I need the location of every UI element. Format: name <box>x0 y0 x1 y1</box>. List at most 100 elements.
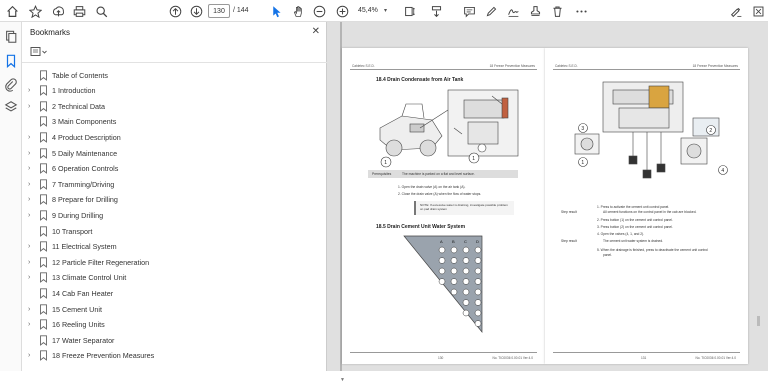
section-title-2: 18.5 Drain Cement Unit Water System <box>376 224 466 230</box>
chevron-right-icon[interactable]: › <box>28 165 36 172</box>
valve-dot <box>474 257 482 264</box>
bookmark-label: Table of Contents <box>52 70 108 80</box>
scroll-icon[interactable] <box>428 3 444 19</box>
bookmark-icon <box>39 194 48 206</box>
search-icon[interactable] <box>93 3 109 19</box>
layers-icon[interactable] <box>4 100 18 114</box>
page-number: 131 <box>641 356 647 360</box>
bookmark-item[interactable]: › 18 Freeze Prevention Measures <box>22 349 318 363</box>
chevron-down-icon[interactable]: ▾ <box>384 7 387 14</box>
viewer-scrollbar[interactable] <box>757 316 760 326</box>
chevron-right-icon[interactable]: › <box>28 306 36 313</box>
upload-icon[interactable] <box>50 3 66 19</box>
bookmark-panel-icon[interactable] <box>4 54 18 69</box>
bookmark-item[interactable]: › 1 Introduction <box>22 84 318 98</box>
page-header-right: 18 Freeze Prevention Measures <box>692 64 738 68</box>
page-total-label: / 144 <box>233 7 249 14</box>
valve-dot <box>462 257 470 264</box>
valve-dot <box>474 288 482 296</box>
print-icon[interactable] <box>71 3 87 19</box>
grid-column-label: D <box>476 239 479 244</box>
zoom-level[interactable]: 45,4% <box>358 7 378 14</box>
chevron-right-icon[interactable]: › <box>28 274 36 281</box>
comment-icon[interactable] <box>461 3 477 19</box>
bookmark-item[interactable]: › 9 During Drilling <box>22 208 318 222</box>
page-up-icon[interactable] <box>167 3 183 19</box>
stamp-icon[interactable] <box>527 3 543 19</box>
svg-text:1: 1 <box>384 160 387 166</box>
bookmark-item[interactable]: 14 Cab Fan Heater <box>22 286 318 300</box>
bookmark-item[interactable]: › 15 Cement Unit <box>22 302 318 316</box>
zoom-out-icon[interactable] <box>311 3 327 19</box>
step-1: 1. Press to activate the cement unit con… <box>597 205 670 209</box>
valve-dot <box>474 309 482 317</box>
bookmark-item[interactable]: 10 Transport <box>22 224 318 238</box>
bookmark-item[interactable]: › 11 Electrical System <box>22 240 318 254</box>
more-icon[interactable] <box>573 3 589 19</box>
pages-icon[interactable] <box>4 30 18 44</box>
chevron-right-icon[interactable]: › <box>28 150 36 157</box>
step-5-cont: panel. <box>603 253 612 257</box>
chevron-right-icon[interactable]: › <box>28 243 36 250</box>
bookmark-options-icon[interactable] <box>30 46 48 58</box>
valve-dot <box>474 278 482 285</box>
share-icon[interactable] <box>728 3 744 19</box>
prereq-label: Prerequisites <box>372 172 392 176</box>
chevron-right-icon[interactable]: › <box>28 321 36 328</box>
bookmark-item[interactable]: › 13 Climate Control Unit <box>22 271 318 285</box>
chevron-right-icon[interactable]: › <box>28 103 36 110</box>
sign-icon[interactable] <box>750 3 766 19</box>
bookmark-label: 15 Cement Unit <box>52 304 102 314</box>
zoom-in-icon[interactable] <box>334 3 350 19</box>
fit-icon[interactable] <box>402 3 418 19</box>
valve-dot <box>462 278 470 285</box>
doc-number: No. TIC0036 0.00.01 Ver 4.0 <box>695 356 736 360</box>
chevron-right-icon[interactable]: › <box>28 87 36 94</box>
home-icon[interactable] <box>4 3 20 19</box>
chevron-right-icon[interactable]: › <box>28 352 36 359</box>
document-viewer[interactable]: Cabletec S.E.D. 18 Freeze Prevention Mea… <box>327 22 768 371</box>
bookmark-icon <box>39 132 48 143</box>
air-tank-illustration: 1 1 <box>379 89 519 168</box>
page-number: 130 <box>438 356 444 360</box>
bookmark-item[interactable]: 3 Main Components <box>22 115 318 129</box>
bookmark-item[interactable]: › 8 Prepare for Drilling <box>22 193 318 207</box>
note-text: NOTE: If excessive water is draining, in… <box>420 203 508 211</box>
bookmark-icon <box>39 163 48 175</box>
bookmark-item[interactable]: › 16 Reeling Units <box>22 318 318 332</box>
chevron-right-icon[interactable]: › <box>28 212 36 219</box>
delete-icon[interactable] <box>549 3 565 19</box>
bookmark-label: 16 Reeling Units <box>52 320 105 330</box>
page-down-icon[interactable] <box>188 3 204 19</box>
bookmark-star-icon[interactable] <box>27 3 43 19</box>
page-number-input[interactable]: 130 <box>208 4 230 18</box>
close-icon[interactable]: ✕ <box>312 26 320 37</box>
chevron-right-icon[interactable]: › <box>28 134 36 141</box>
chevron-right-icon[interactable]: › <box>28 196 36 203</box>
bookmark-label: 17 Water Separator <box>52 335 115 345</box>
hand-icon[interactable] <box>290 3 306 19</box>
signature-icon[interactable] <box>505 3 521 19</box>
valve-dot <box>450 257 458 264</box>
bookmark-item[interactable]: › 2 Technical Data <box>22 99 318 113</box>
pen-icon[interactable] <box>483 3 499 19</box>
select-icon[interactable] <box>268 3 284 19</box>
attachment-icon[interactable] <box>4 78 18 92</box>
valve-dot <box>474 320 482 327</box>
bookmark-item[interactable]: › 12 Particle Filter Regeneration <box>22 255 318 269</box>
bookmark-label: 12 Particle Filter Regeneration <box>52 257 150 267</box>
footer-rule <box>553 352 740 353</box>
bookmark-item[interactable]: › 5 Daily Maintenance <box>22 146 318 160</box>
bookmark-label: 13 Climate Control Unit <box>52 273 127 283</box>
scroll-down-icon[interactable]: ▼ <box>340 377 345 383</box>
bookmark-item[interactable]: Table of Contents <box>22 68 318 82</box>
chevron-right-icon[interactable]: › <box>28 181 36 188</box>
page-131: Cabletec S.E.D. 18 Freeze Prevention Mea… <box>545 48 748 364</box>
bookmark-item[interactable]: › 6 Operation Controls <box>22 162 318 176</box>
bookmark-item[interactable]: › 4 Product Description <box>22 130 318 144</box>
bookmark-label: 2 Technical Data <box>52 101 106 111</box>
step-4-result: The cement unit water system is drained. <box>603 239 664 243</box>
bookmark-item[interactable]: › 7 Tramming/Driving <box>22 177 318 191</box>
chevron-right-icon[interactable]: › <box>28 259 36 266</box>
bookmark-item[interactable]: 17 Water Separator <box>22 333 318 347</box>
